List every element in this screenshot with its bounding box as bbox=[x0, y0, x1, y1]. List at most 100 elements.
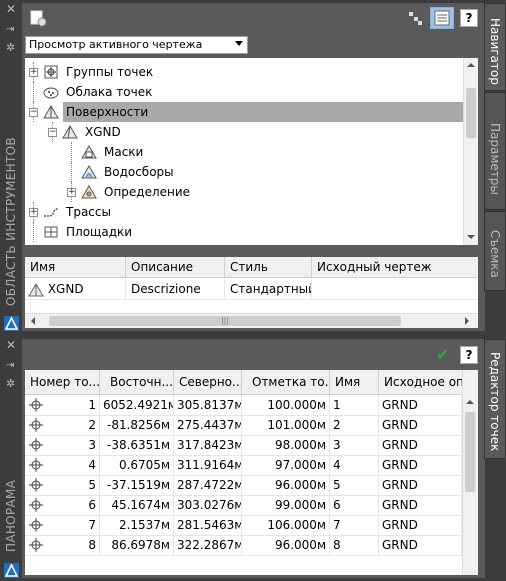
cell-elev[interactable]: 98.000м bbox=[242, 435, 330, 455]
drawing-settings-icon[interactable] bbox=[29, 9, 47, 27]
close-icon[interactable]: ✕ bbox=[6, 339, 17, 351]
cell-desc[interactable]: GRND bbox=[379, 455, 462, 475]
cell-desc[interactable]: GRND bbox=[379, 475, 462, 495]
tree-item[interactable]: Площадки bbox=[25, 222, 463, 242]
cell-east[interactable]: 86.6978м bbox=[100, 535, 174, 555]
cell-name[interactable]: 2 bbox=[330, 415, 379, 435]
col-style-header[interactable]: Стиль bbox=[225, 257, 312, 277]
cell-num[interactable]: 2 bbox=[25, 415, 100, 435]
cell-north[interactable]: 287.4722м bbox=[174, 475, 242, 495]
scroll-thumb[interactable] bbox=[466, 88, 476, 138]
tree-item[interactable]: − Поверхности bbox=[25, 102, 464, 122]
help-icon[interactable]: ? bbox=[460, 346, 478, 364]
cell-name[interactable]: 6 bbox=[330, 495, 379, 515]
cell-east[interactable]: -38.6351м bbox=[100, 435, 174, 455]
cell-north[interactable]: 317.8423м bbox=[174, 435, 242, 455]
cell-name[interactable]: 8 bbox=[330, 535, 379, 555]
col-name-header[interactable]: Имя bbox=[25, 257, 126, 277]
col-easting-header[interactable]: Восточн... bbox=[100, 370, 174, 394]
tree-item[interactable]: Маски bbox=[25, 142, 463, 162]
cell-num[interactable]: 1 bbox=[25, 395, 100, 415]
cell-desc[interactable]: GRND bbox=[379, 515, 462, 535]
scroll-down-icon[interactable] bbox=[467, 235, 475, 239]
cell-elev[interactable]: 96.000м bbox=[242, 475, 330, 495]
help-icon[interactable]: ? bbox=[460, 9, 478, 27]
cell-name[interactable]: 7 bbox=[330, 515, 379, 535]
tree-scrollbar[interactable] bbox=[463, 58, 478, 245]
cell-north[interactable]: 322.2867м bbox=[174, 535, 242, 555]
table-row[interactable]: 2 -81.8256м 275.4437м 101.000м 2 GRND bbox=[25, 415, 462, 436]
cell-num[interactable]: 7 bbox=[25, 515, 100, 535]
table-row[interactable]: 6 45.1674м 303.0276м 99.000м 6 GRND bbox=[25, 495, 462, 516]
expand-icon[interactable]: + bbox=[67, 188, 76, 197]
tab-settings[interactable]: Параметры bbox=[484, 92, 506, 210]
close-icon[interactable]: ✕ bbox=[6, 3, 17, 15]
cell-elev[interactable]: 101.000м bbox=[242, 415, 330, 435]
expand-icon[interactable]: + bbox=[29, 208, 38, 217]
cell-north[interactable]: 275.4437м bbox=[174, 415, 242, 435]
cell-num[interactable]: 8 bbox=[25, 535, 100, 555]
cell-num[interactable]: 5 bbox=[25, 475, 100, 495]
table-row[interactable]: 7 2.1537м 281.5463м 106.000м 7 GRND bbox=[25, 515, 462, 536]
cell-east[interactable]: 0.6705м bbox=[100, 455, 174, 475]
col-elevation-header[interactable]: Отметка то... bbox=[242, 370, 330, 394]
col-name-header[interactable]: Имя bbox=[330, 370, 379, 394]
tree-item[interactable]: Водосборы bbox=[25, 162, 463, 182]
tree-item[interactable]: − XGND bbox=[25, 122, 463, 142]
list-hscrollbar[interactable]: ||| bbox=[25, 313, 478, 328]
cell-east[interactable]: 6052.4921м bbox=[100, 395, 174, 415]
expand-icon[interactable]: + bbox=[29, 68, 38, 77]
cell-desc[interactable]: GRND bbox=[379, 435, 462, 455]
tree-item[interactable]: + Определение bbox=[25, 182, 463, 202]
tab-navigator[interactable]: Навигатор bbox=[484, 3, 506, 91]
apply-check-icon[interactable]: ✔ bbox=[436, 346, 454, 364]
tree-item[interactable]: + Трассы bbox=[25, 202, 463, 222]
col-raw-description-header[interactable]: Исходное опи bbox=[379, 370, 462, 394]
tab-point-editor[interactable]: Редактор точек bbox=[484, 339, 506, 459]
tab-survey[interactable]: Съемка bbox=[484, 211, 506, 291]
col-point-number-header[interactable]: Номер то... bbox=[25, 370, 100, 394]
item-view-icon[interactable] bbox=[406, 9, 424, 27]
col-source-header[interactable]: Исходный чертеж bbox=[312, 257, 478, 277]
list-view-toggle-icon[interactable] bbox=[430, 7, 454, 29]
properties-icon[interactable]: ✲ bbox=[6, 42, 17, 53]
cell-desc[interactable]: GRND bbox=[379, 495, 462, 515]
cell-num[interactable]: 6 bbox=[25, 495, 100, 515]
cell-north[interactable]: 281.5463м bbox=[174, 515, 242, 535]
cell-name[interactable]: 3 bbox=[330, 435, 379, 455]
scroll-up-icon[interactable] bbox=[467, 63, 475, 67]
table-row[interactable]: 5 -37.1519м 287.4722м 96.000м 5 GRND bbox=[25, 475, 462, 496]
tree-item[interactable]: + Группы точек bbox=[25, 62, 463, 82]
autohide-icon[interactable]: ⇥ bbox=[6, 360, 17, 371]
col-northing-header[interactable]: Северно... bbox=[174, 370, 242, 394]
cell-elev[interactable]: 100.000м bbox=[242, 395, 330, 415]
col-description-header[interactable]: Описание bbox=[126, 257, 225, 277]
cell-north[interactable]: 311.9164м bbox=[174, 455, 242, 475]
chevron-down-icon[interactable] bbox=[235, 41, 243, 46]
cell-name[interactable]: 4 bbox=[330, 455, 379, 475]
collapse-icon[interactable]: − bbox=[29, 108, 38, 117]
scroll-thumb[interactable] bbox=[465, 412, 475, 492]
collapse-icon[interactable]: − bbox=[48, 128, 57, 137]
scroll-up-icon[interactable] bbox=[466, 400, 474, 404]
table-row[interactable]: 3 -38.6351м 317.8423м 98.000м 3 GRND bbox=[25, 435, 462, 456]
table-row[interactable]: 1 6052.4921м 305.8137м 100.000м 1 GRND bbox=[25, 395, 462, 416]
cell-desc[interactable]: GRND bbox=[379, 415, 462, 435]
cell-elev[interactable]: 106.000м bbox=[242, 515, 330, 535]
cell-desc[interactable]: GRND bbox=[379, 395, 462, 415]
point-grid-scrollbar[interactable] bbox=[462, 370, 478, 575]
cell-east[interactable]: -37.1519м bbox=[100, 475, 174, 495]
cell-name[interactable]: 5 bbox=[330, 475, 379, 495]
cell-elev[interactable]: 97.000м bbox=[242, 455, 330, 475]
cell-elev[interactable]: 99.000м bbox=[242, 495, 330, 515]
cell-num[interactable]: 3 bbox=[25, 435, 100, 455]
cell-east[interactable]: -81.8256м bbox=[100, 415, 174, 435]
scroll-right-icon[interactable] bbox=[465, 317, 469, 325]
tree-item[interactable]: Облака точек bbox=[25, 82, 463, 102]
scroll-left-icon[interactable] bbox=[31, 317, 35, 325]
cell-elev[interactable]: 96.000м bbox=[242, 535, 330, 555]
autohide-icon[interactable]: ⇥ bbox=[6, 24, 17, 35]
list-item[interactable]: XGND Descrizione Стандартный bbox=[25, 279, 478, 300]
drawing-view-dropdown[interactable]: Просмотр активного чертежа bbox=[25, 36, 248, 54]
cell-north[interactable]: 303.0276м bbox=[174, 495, 242, 515]
